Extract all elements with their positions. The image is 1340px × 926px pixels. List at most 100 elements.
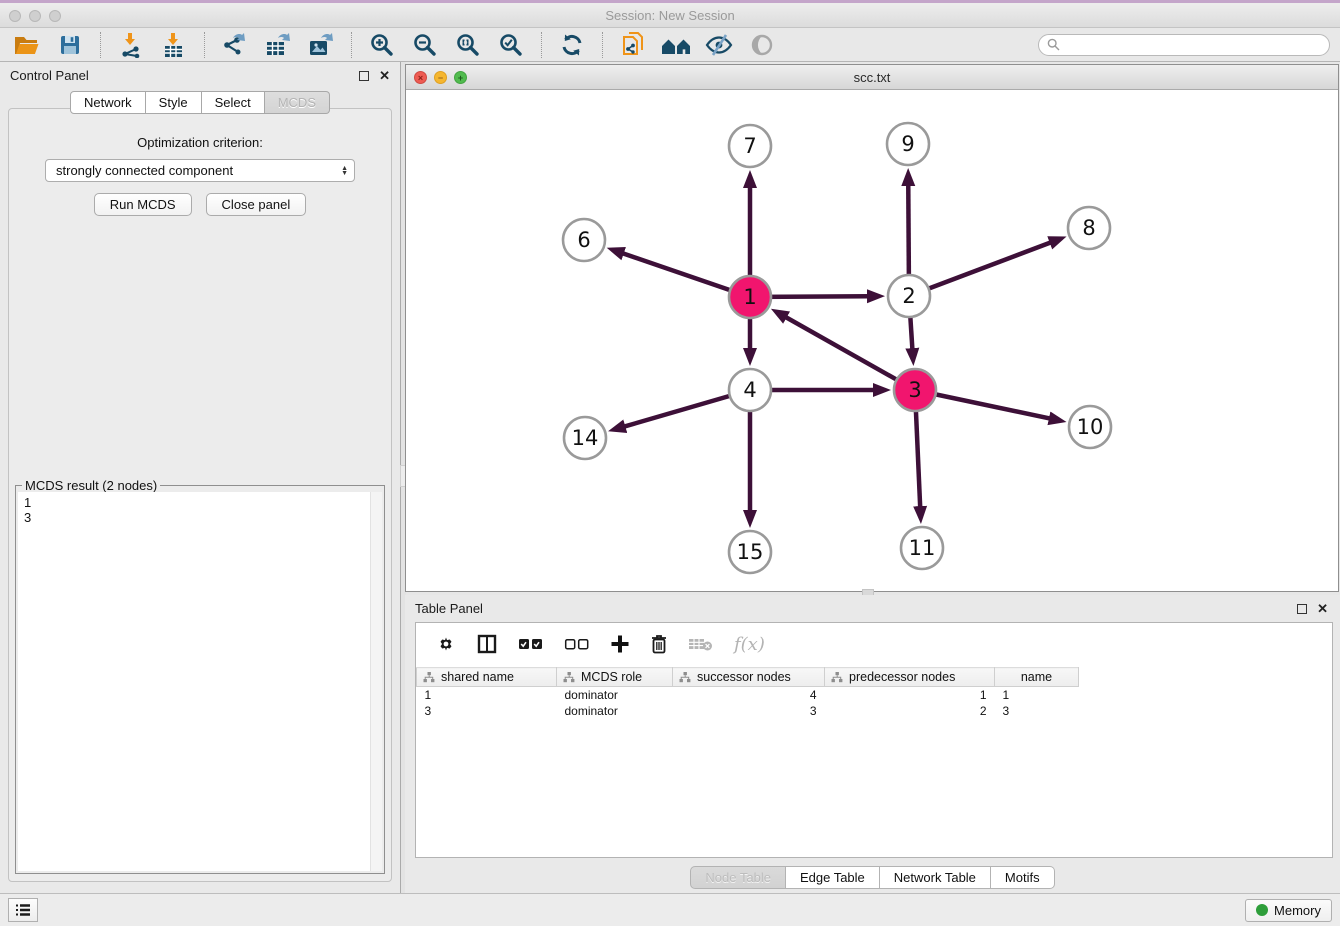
control-panel-close-icon[interactable]: ✕ <box>379 71 390 81</box>
delete-column-button[interactable] <box>650 634 668 654</box>
network-close-button[interactable]: × <box>414 71 427 84</box>
graph-node-14[interactable]: 14 <box>564 417 606 459</box>
import-table-button[interactable] <box>157 30 191 60</box>
export-image-button[interactable] <box>304 30 338 60</box>
column-header-shared-name[interactable]: shared name <box>417 668 557 687</box>
table-cell[interactable]: 1 <box>417 687 557 704</box>
run-mcds-button[interactable]: Run MCDS <box>94 193 192 216</box>
search-input[interactable] <box>1065 38 1321 52</box>
table-panel-float-icon[interactable] <box>1297 604 1307 614</box>
table-row[interactable]: 3dominator323 <box>417 703 1079 719</box>
table-row[interactable]: 1dominator411 <box>417 687 1079 704</box>
table-cell[interactable]: dominator <box>557 687 673 704</box>
column-header-predecessor-nodes[interactable]: predecessor nodes <box>825 668 995 687</box>
table-options-button[interactable] <box>436 634 456 654</box>
select-all-button[interactable] <box>518 637 544 651</box>
tab-mcds[interactable]: MCDS <box>265 91 330 114</box>
graph-node-3[interactable]: 3 <box>894 369 936 411</box>
mcds-result-text[interactable]: 1 3 <box>18 492 370 871</box>
column-header-MCDS-role[interactable]: MCDS role <box>557 668 673 687</box>
graph-node-7[interactable]: 7 <box>729 125 771 167</box>
houses-icon <box>661 33 691 57</box>
toggle-bird-view-button[interactable] <box>745 30 779 60</box>
network-canvas[interactable]: 7 9 6 8 1 2 4 3 14 10 15 11 <box>406 90 1338 591</box>
tab-select[interactable]: Select <box>202 91 265 114</box>
table-cell[interactable]: 2 <box>825 703 995 719</box>
deselect-all-button[interactable] <box>564 637 590 651</box>
export-network-button[interactable] <box>218 30 252 60</box>
window-controls <box>9 10 61 22</box>
svg-text:4: 4 <box>743 378 756 402</box>
select-stepper-icon: ▲▼ <box>341 166 348 176</box>
zoom-in-button[interactable] <box>365 30 399 60</box>
tab-network-table[interactable]: Network Table <box>880 866 991 889</box>
graph-node-2[interactable]: 2 <box>888 275 930 317</box>
tab-network[interactable]: Network <box>70 91 146 114</box>
minimize-window-button[interactable] <box>29 10 41 22</box>
column-header-successor-nodes[interactable]: successor nodes <box>673 668 825 687</box>
task-history-button[interactable] <box>8 898 38 922</box>
zoom-selected-button[interactable] <box>494 30 528 60</box>
export-table-button[interactable] <box>261 30 295 60</box>
save-session-button[interactable] <box>53 30 87 60</box>
search-box[interactable] <box>1038 34 1330 56</box>
graph-node-8[interactable]: 8 <box>1068 207 1110 249</box>
column-header-name[interactable]: name <box>995 668 1079 687</box>
window-title: Session: New Session <box>605 8 734 23</box>
graph-node-10[interactable]: 10 <box>1069 406 1111 448</box>
control-panel-header: Control Panel ✕ <box>0 62 400 85</box>
control-panel-float-icon[interactable] <box>359 71 369 81</box>
graph-node-4[interactable]: 4 <box>729 369 771 411</box>
zoom-fit-button[interactable] <box>451 30 485 60</box>
table-panel-close-icon[interactable]: ✕ <box>1317 604 1328 614</box>
clone-network-button[interactable] <box>616 30 650 60</box>
svg-text:8: 8 <box>1082 216 1095 240</box>
graph-node-15[interactable]: 15 <box>729 531 771 573</box>
memory-button[interactable]: Memory <box>1245 899 1332 922</box>
close-window-button[interactable] <box>9 10 21 22</box>
table-cell[interactable]: dominator <box>557 703 673 719</box>
optimization-criterion-label: Optimization criterion: <box>9 135 391 150</box>
zoom-out-button[interactable] <box>408 30 442 60</box>
network-zoom-button[interactable]: + <box>454 71 467 84</box>
edge-3-1[interactable] <box>785 317 915 390</box>
tab-style[interactable]: Style <box>146 91 202 114</box>
mcds-result-scrollbar[interactable] <box>370 492 382 871</box>
zoom-window-button[interactable] <box>49 10 61 22</box>
svg-text:6: 6 <box>577 228 590 252</box>
graph-node-11[interactable]: 11 <box>901 527 943 569</box>
delete-table-button[interactable] <box>688 635 714 653</box>
apply-layout-button[interactable] <box>555 30 589 60</box>
table-cell[interactable]: 1 <box>995 687 1079 704</box>
network-canvas-wrap: 7 9 6 8 1 2 4 3 14 10 15 11 <box>406 90 1338 591</box>
edge-2-8[interactable] <box>909 242 1052 296</box>
optimization-criterion-select[interactable]: strongly connected component ▲▼ <box>45 159 355 182</box>
svg-text:9: 9 <box>901 132 914 156</box>
import-network-button[interactable] <box>114 30 148 60</box>
graph-node-9[interactable]: 9 <box>887 123 929 165</box>
close-panel-button[interactable]: Close panel <box>206 193 307 216</box>
tab-edge-table[interactable]: Edge Table <box>786 866 880 889</box>
function-builder-button[interactable]: f(x) <box>734 634 765 655</box>
tab-motifs[interactable]: Motifs <box>991 866 1055 889</box>
show-graphics-details-button[interactable] <box>702 30 736 60</box>
first-neighbors-button[interactable] <box>659 30 693 60</box>
table-cell[interactable]: 3 <box>673 703 825 719</box>
column-visibility-button[interactable] <box>476 633 498 655</box>
table-cell[interactable]: 3 <box>417 703 557 719</box>
open-session-button[interactable] <box>10 30 44 60</box>
add-column-button[interactable] <box>610 634 630 654</box>
columns-icon <box>476 633 498 655</box>
table-panel: Table Panel ✕ <box>405 595 1340 893</box>
table-cell[interactable]: 4 <box>673 687 825 704</box>
zoom-fit-icon <box>455 32 481 58</box>
table-panel-header: Table Panel ✕ <box>405 595 1340 618</box>
table-cell[interactable]: 3 <box>995 703 1079 719</box>
table-cell[interactable]: 1 <box>825 687 995 704</box>
graph-node-6[interactable]: 6 <box>563 219 605 261</box>
zoom-out-icon <box>412 32 438 58</box>
svg-text:10: 10 <box>1077 415 1104 439</box>
tab-node-table[interactable]: Node Table <box>690 866 786 889</box>
graph-node-1[interactable]: 1 <box>729 276 771 318</box>
network-minimize-button[interactable]: − <box>434 71 447 84</box>
